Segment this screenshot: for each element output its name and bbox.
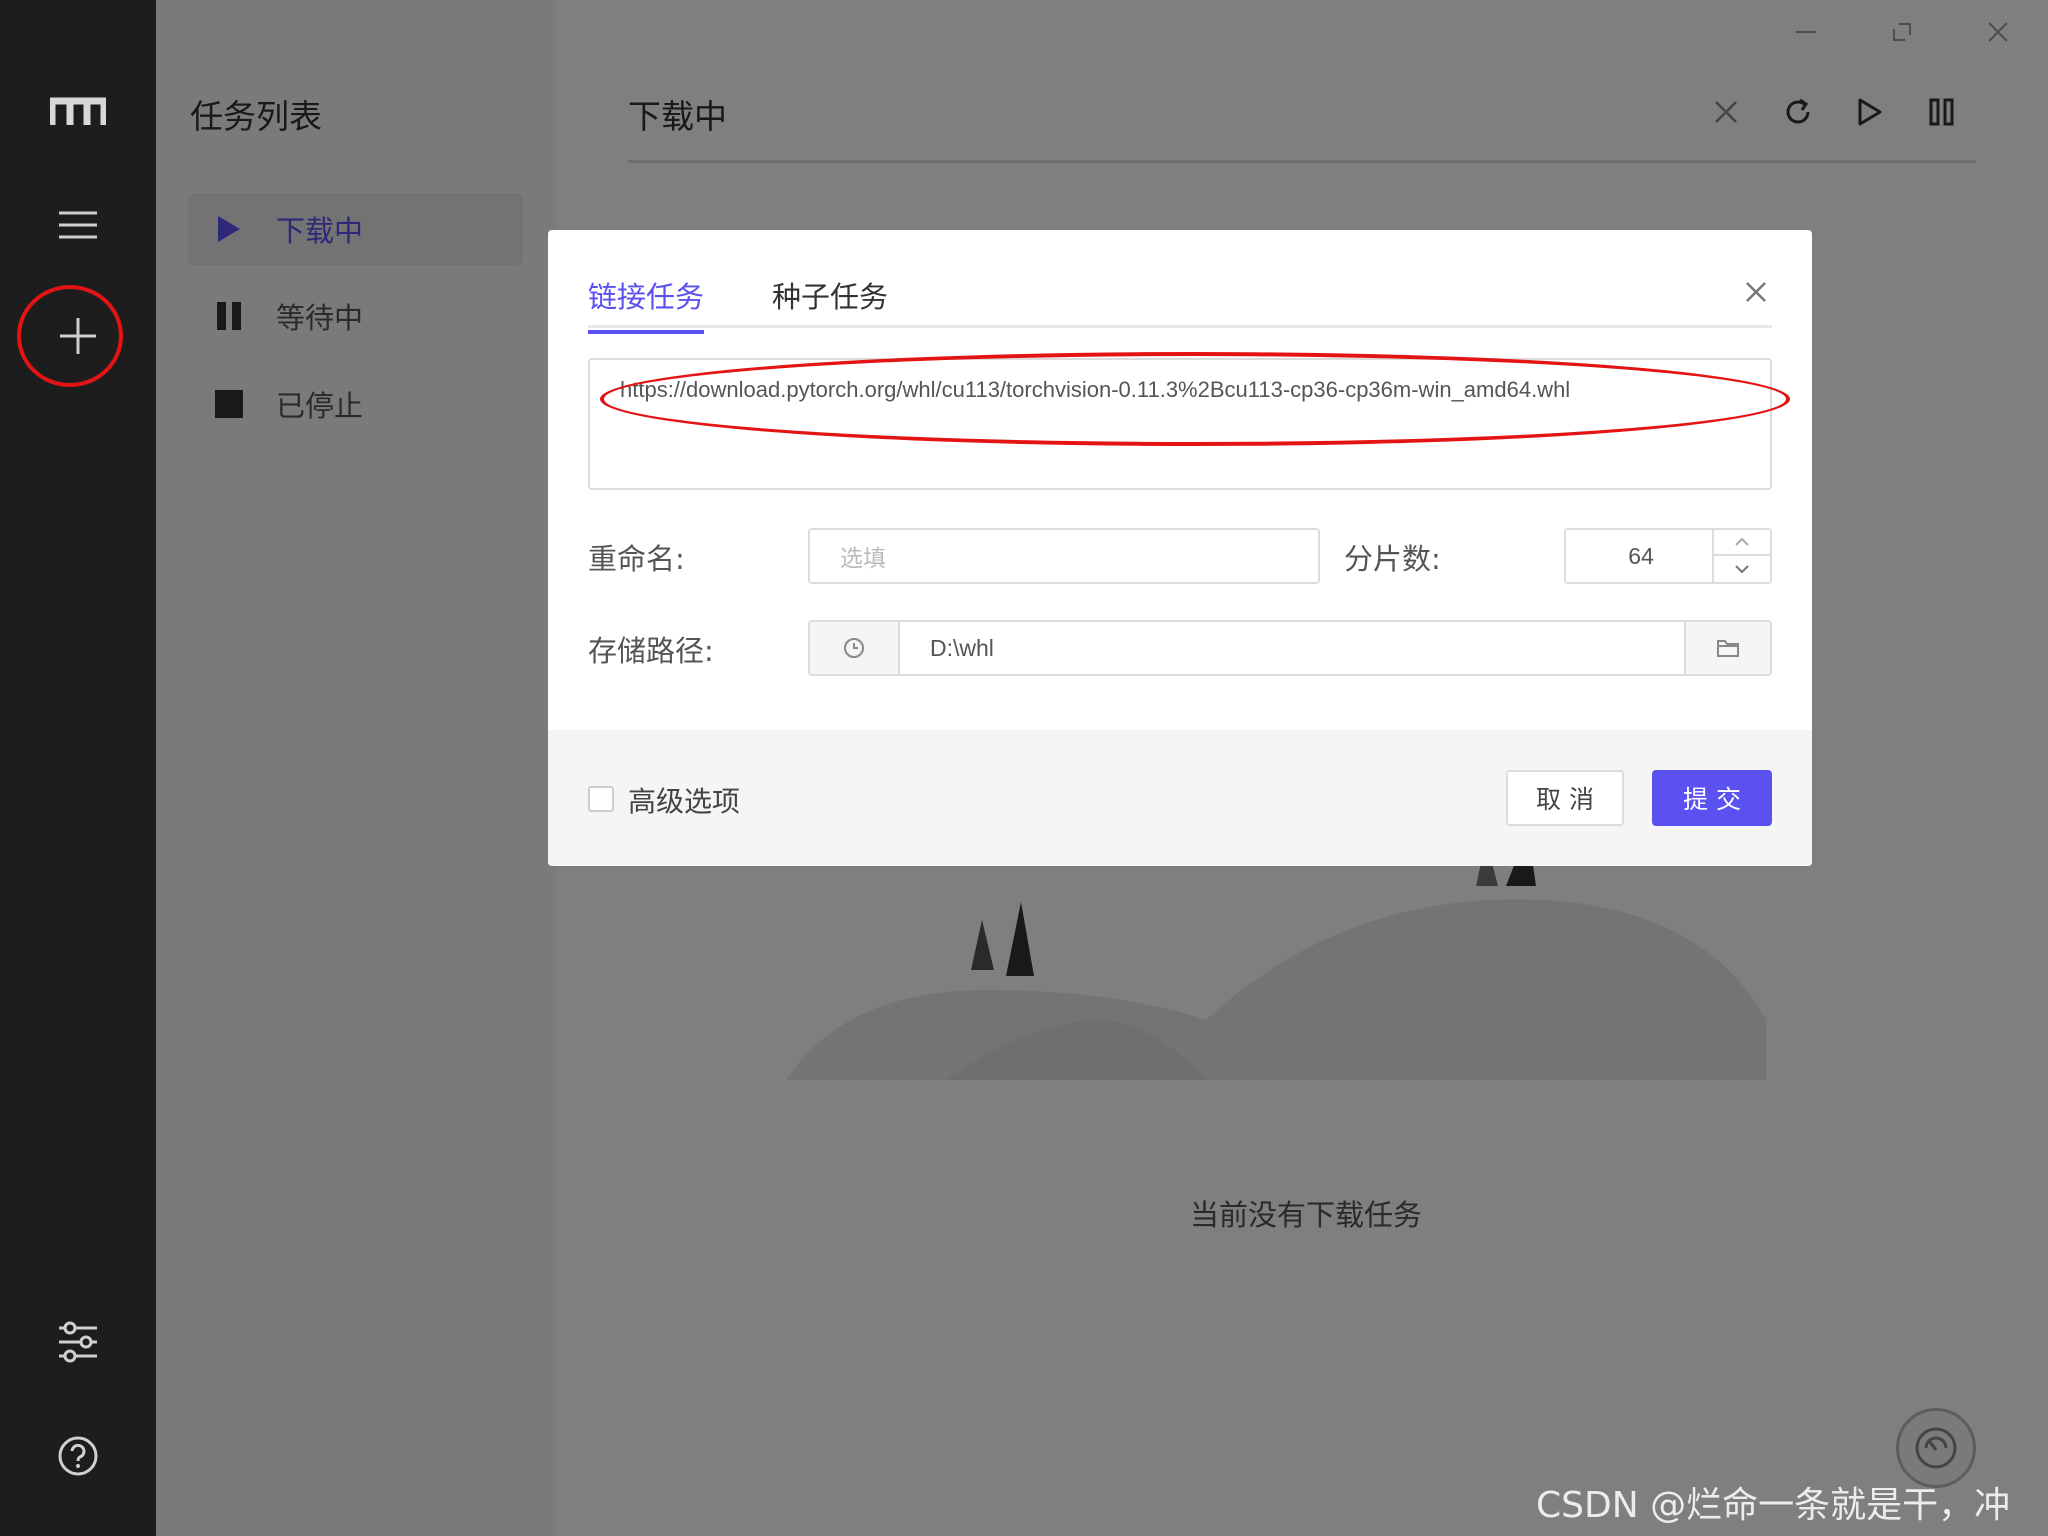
history-clock-icon[interactable] <box>810 622 900 674</box>
stepper-buttons <box>1712 530 1770 582</box>
folder-icon[interactable] <box>1684 622 1770 674</box>
advanced-options-label[interactable]: 高级选项 <box>628 780 740 820</box>
tabs-divider <box>588 325 1772 328</box>
path-input[interactable]: D:\whl <box>900 635 1684 662</box>
highlight-ellipse <box>600 352 1790 446</box>
add-task-dialog: 链接任务 种子任务 https://download.pytorch.org/w… <box>548 230 1812 866</box>
rename-input[interactable]: 选填 <box>808 528 1320 584</box>
modal-overlay[interactable]: 链接任务 种子任务 https://download.pytorch.org/w… <box>156 0 2048 1536</box>
path-input-group: D:\whl <box>808 620 1772 676</box>
left-rail <box>0 0 156 1536</box>
slices-stepper[interactable]: 64 <box>1564 528 1772 584</box>
slices-value: 64 <box>1628 542 1654 569</box>
dialog-close-icon[interactable] <box>1736 272 1776 312</box>
settings-sliders-icon[interactable] <box>38 1302 118 1382</box>
help-icon[interactable] <box>38 1416 118 1496</box>
submit-button[interactable]: 提 交 <box>1652 770 1772 826</box>
watermark: CSDN @烂命一条就是干，冲 <box>1536 1485 2011 1526</box>
tab-torrent-task[interactable]: 种子任务 <box>772 274 888 330</box>
path-label: 存储路径: <box>588 634 714 668</box>
menu-icon[interactable] <box>38 185 118 265</box>
logo-icon <box>38 72 118 152</box>
cancel-button[interactable]: 取 消 <box>1506 770 1624 826</box>
rename-label: 重命名: <box>588 542 685 576</box>
slices-label: 分片数: <box>1344 542 1441 576</box>
dialog-footer: 高级选项 取 消 提 交 <box>548 730 1812 866</box>
highlight-circle <box>17 285 123 387</box>
advanced-options-checkbox[interactable] <box>588 786 614 812</box>
chevron-down-icon[interactable] <box>1714 556 1770 582</box>
chevron-up-icon[interactable] <box>1714 530 1770 556</box>
